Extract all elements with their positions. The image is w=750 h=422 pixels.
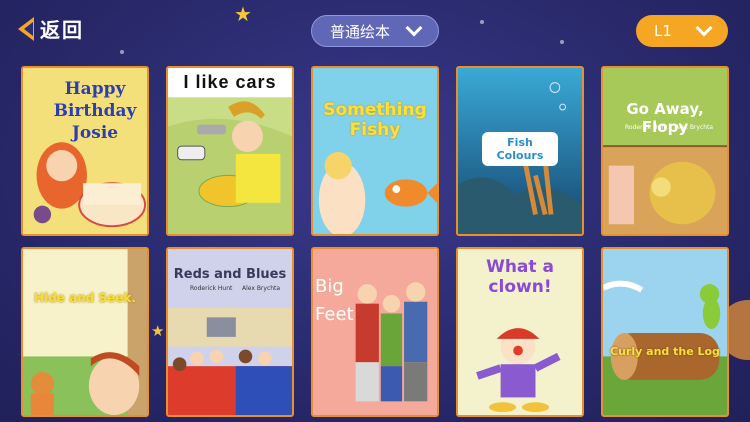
book-title: Something Fishy <box>323 100 427 140</box>
book-grid: Happy Birthday Josie I like cars Somethi… <box>21 66 729 417</box>
book-card[interactable]: Reds and Blues Roderick Hunt Alex Brycht… <box>166 247 294 417</box>
book-title: I like cars <box>183 72 277 92</box>
book-card[interactable]: Something Fishy <box>311 66 439 236</box>
book-card[interactable]: Go Away, Flopy Roderick Hunt Alex Brycht… <box>601 66 729 236</box>
book-author: Roderick Hunt <box>625 124 668 131</box>
level-dropdown[interactable]: L1 <box>636 15 728 47</box>
book-cover-illustration <box>603 249 727 415</box>
chevron-down-icon <box>405 19 423 36</box>
book-cover-illustration <box>23 249 147 415</box>
sparkle-dot <box>560 40 564 44</box>
category-label: 普通绘本 <box>329 22 390 41</box>
book-card[interactable]: Curly and the Log <box>601 247 729 417</box>
category-dropdown[interactable]: 普通绘本 <box>311 15 439 47</box>
book-cover-illustration <box>313 68 437 234</box>
book-illustrator: Alex Brychta <box>675 124 714 131</box>
book-illustrator: Alex Brychta <box>242 285 281 292</box>
book-title: Hide and Seek. <box>34 291 136 305</box>
book-card[interactable]: Hide and Seek. <box>21 247 149 417</box>
book-title: Reds and Blues <box>173 267 287 282</box>
book-title: What a clown! <box>486 257 554 297</box>
back-label: 返回 <box>40 18 84 42</box>
sparkle-dot <box>120 50 124 54</box>
level-label: L1 <box>654 22 672 40</box>
back-button[interactable]: 返回 <box>18 14 84 43</box>
book-title: Happy Birthday Josie <box>53 79 137 143</box>
book-card[interactable]: Fish Colours <box>456 66 584 236</box>
chevron-down-icon <box>695 19 713 36</box>
book-card[interactable]: I like cars <box>166 66 294 236</box>
book-card[interactable]: What a clown! <box>456 247 584 417</box>
book-title: Big Feet <box>315 276 354 325</box>
book-card[interactable]: Big Feet <box>311 247 439 417</box>
book-title: Fish Colours <box>482 132 558 166</box>
book-title: Curly and the Log <box>610 345 720 358</box>
sparkle-dot <box>480 20 484 24</box>
book-card[interactable]: Happy Birthday Josie <box>21 66 149 236</box>
book-cover-illustration <box>603 68 727 234</box>
book-author: Roderick Hunt <box>190 285 233 292</box>
star-icon: ★ <box>234 2 252 26</box>
back-arrow-icon <box>18 16 34 41</box>
